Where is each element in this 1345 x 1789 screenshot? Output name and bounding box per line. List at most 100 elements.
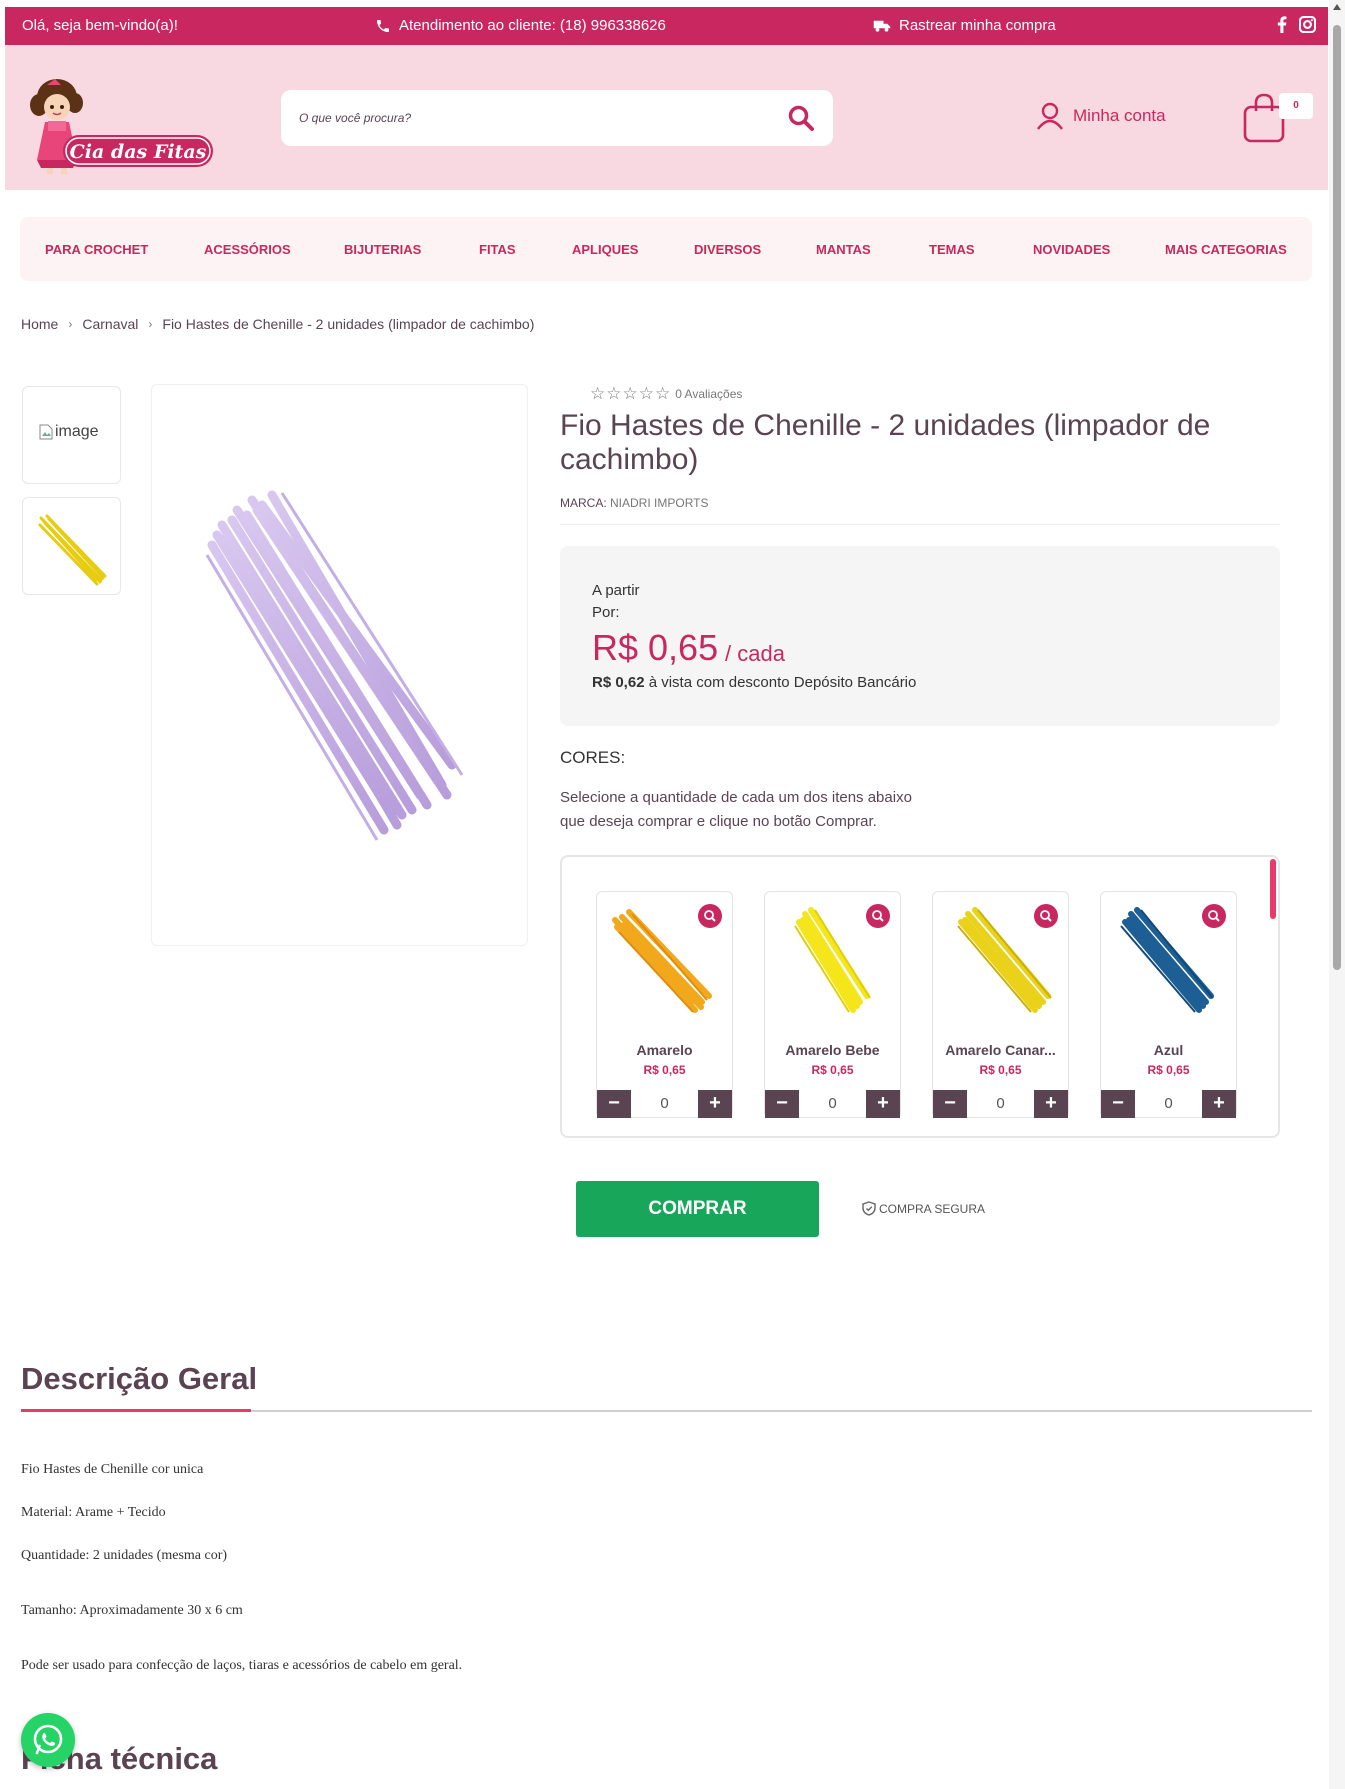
zoom-icon bbox=[1208, 910, 1220, 922]
facebook-icon[interactable] bbox=[1277, 16, 1287, 33]
page-scrollbar[interactable] bbox=[1329, 0, 1345, 1789]
whatsapp-button[interactable] bbox=[21, 1713, 75, 1767]
whatsapp-icon bbox=[33, 1724, 63, 1755]
variant-price: R$ 0,65 bbox=[1147, 1063, 1190, 1077]
quantity-stepper: − 0 + bbox=[1101, 1090, 1236, 1118]
quantity-stepper: − 0 + bbox=[597, 1090, 732, 1118]
variant-name: Amarelo Canar... bbox=[945, 1042, 1056, 1058]
decrease-quantity-button[interactable]: − bbox=[1101, 1090, 1135, 1118]
description-heading: Descrição Geral bbox=[21, 1361, 258, 1396]
nav-item-apliques[interactable]: APLIQUES bbox=[572, 242, 638, 257]
instructions-line-1: Selecione a quantidade de cada um dos it… bbox=[560, 789, 912, 806]
increase-quantity-button[interactable]: + bbox=[698, 1090, 732, 1118]
options-instructions: Selecione a quantidade de cada um dos it… bbox=[560, 786, 960, 834]
nav-item-para-crochet[interactable]: PARA CROCHET bbox=[45, 242, 148, 257]
increase-quantity-button[interactable]: + bbox=[866, 1090, 900, 1118]
search-input[interactable]: O que você procura? bbox=[299, 111, 411, 125]
brand-value[interactable]: NIADRI IMPORTS bbox=[610, 496, 708, 510]
breadcrumb-category[interactable]: Carnaval bbox=[82, 316, 138, 332]
logo-image: Cia das Fitas bbox=[30, 79, 213, 174]
gallery-thumbnail-1[interactable]: image bbox=[22, 386, 121, 484]
quantity-input[interactable]: 0 bbox=[1135, 1095, 1202, 1112]
gallery-thumbnail-2[interactable] bbox=[22, 497, 121, 595]
variant-card[interactable]: Amarelo R$ 0,65 − 0 + bbox=[596, 891, 733, 1118]
quantity-input[interactable]: 0 bbox=[967, 1095, 1034, 1112]
quantity-stepper: − 0 + bbox=[765, 1090, 900, 1118]
zoom-icon bbox=[872, 910, 884, 922]
scroll-up-icon[interactable] bbox=[1333, 4, 1341, 10]
nav-item-fitas[interactable]: FITAS bbox=[479, 242, 516, 257]
decrease-quantity-button[interactable]: − bbox=[597, 1090, 631, 1118]
price-box: A partir Por: R$ 0,65 / cada R$ 0,62 à v… bbox=[560, 546, 1280, 726]
truck-icon bbox=[873, 20, 891, 32]
decrease-quantity-button[interactable]: − bbox=[933, 1090, 967, 1118]
nav-item-acessorios[interactable]: ACESSÓRIOS bbox=[204, 242, 291, 257]
instagram-icon[interactable] bbox=[1299, 16, 1316, 33]
scrollbar-thumb[interactable] bbox=[1333, 25, 1341, 970]
search-icon[interactable] bbox=[787, 104, 815, 132]
zoom-icon bbox=[1040, 910, 1052, 922]
cart-button[interactable]: 0 bbox=[1242, 91, 1313, 150]
variant-card[interactable]: Azul R$ 0,65 − 0 + bbox=[1100, 891, 1237, 1118]
search-box[interactable]: O que você procura? bbox=[281, 90, 833, 146]
rating-summary[interactable]: ☆☆☆☆☆ 0 Avaliações bbox=[590, 384, 742, 404]
options-label: CORES: bbox=[560, 748, 626, 767]
variants-scrollbar[interactable] bbox=[1270, 859, 1276, 919]
account-label: Minha conta bbox=[1073, 106, 1166, 125]
cash-price-value: R$ 0,62 bbox=[592, 674, 645, 691]
buy-button[interactable]: COMPRAR bbox=[576, 1181, 819, 1237]
heading-underline bbox=[21, 1409, 1312, 1412]
account-link[interactable]: Minha conta bbox=[1035, 101, 1166, 131]
description-line: Pode ser usado para confecção de laços, … bbox=[21, 1658, 463, 1673]
divider bbox=[560, 524, 1280, 525]
broken-image-placeholder: image bbox=[39, 423, 99, 441]
breadcrumb-separator: › bbox=[148, 317, 153, 331]
breadcrumb-current: Fio Hastes de Chenille - 2 unidades (lim… bbox=[162, 316, 535, 332]
broken-image-icon bbox=[39, 424, 53, 440]
increase-quantity-button[interactable]: + bbox=[1034, 1090, 1068, 1118]
nav-item-diversos[interactable]: DIVERSOS bbox=[694, 242, 761, 257]
quantity-stepper: − 0 + bbox=[933, 1090, 1068, 1118]
variant-card[interactable]: Amarelo Bebe R$ 0,65 − 0 + bbox=[764, 891, 901, 1118]
zoom-button[interactable] bbox=[698, 904, 722, 928]
description-line: Tamanho: Aproximadamente 30 x 6 cm bbox=[21, 1603, 243, 1618]
breadcrumb-home[interactable]: Home bbox=[21, 316, 58, 332]
secure-purchase-text: COMPRA SEGURA bbox=[879, 1201, 986, 1216]
cash-discount-price: R$ 0,62 à vista com desconto Depósito Ba… bbox=[592, 674, 916, 691]
lilac-chenille-bundle-image bbox=[205, 490, 464, 841]
logo-text: Cia das Fitas bbox=[70, 141, 207, 163]
track-order-link[interactable]: Rastrear minha compra bbox=[873, 17, 1056, 34]
nav-item-temas[interactable]: TEMAS bbox=[929, 242, 975, 257]
price-por-label: Por: bbox=[592, 604, 620, 621]
variant-price: R$ 0,65 bbox=[811, 1063, 854, 1077]
product-brand: MARCA: NIADRI IMPORTS bbox=[560, 496, 708, 510]
user-icon bbox=[1037, 102, 1063, 130]
variant-name: Amarelo Bebe bbox=[785, 1042, 880, 1058]
description-line: Fio Hastes de Chenille cor unica bbox=[21, 1462, 204, 1477]
variant-card[interactable]: Amarelo Canar... R$ 0,65 − 0 + bbox=[932, 891, 1069, 1118]
nav-item-mais-categorias[interactable]: MAIS CATEGORIAS bbox=[1165, 242, 1287, 257]
quantity-input[interactable]: 0 bbox=[799, 1095, 866, 1112]
zoom-button[interactable] bbox=[1034, 904, 1058, 928]
quantity-input[interactable]: 0 bbox=[631, 1095, 698, 1112]
customer-support-link[interactable]: Atendimento ao cliente: (18) 996338626 bbox=[375, 17, 666, 34]
product-title: Fio Hastes de Chenille - 2 unidades (lim… bbox=[560, 409, 1211, 476]
zoom-button[interactable] bbox=[866, 904, 890, 928]
increase-quantity-button[interactable]: + bbox=[1202, 1090, 1236, 1118]
price-from-label: A partir bbox=[592, 582, 640, 599]
cart-count-badge: 0 bbox=[1279, 93, 1313, 119]
top-bar: Olá, seja bem-vindo(a)! Atendimento ao c… bbox=[5, 7, 1328, 45]
main-product-image[interactable] bbox=[151, 384, 528, 946]
star-rating-icon: ☆☆☆☆☆ bbox=[590, 384, 672, 403]
thumbnail-alt-text: image bbox=[55, 423, 99, 440]
price-unit: / cada bbox=[725, 641, 785, 666]
site-logo[interactable]: Cia das Fitas bbox=[23, 65, 218, 180]
nav-item-mantas[interactable]: MANTAS bbox=[816, 242, 871, 257]
variant-name: Azul bbox=[1153, 1042, 1184, 1058]
nav-item-bijuterias[interactable]: BIJUTERIAS bbox=[344, 242, 421, 257]
nav-item-novidades[interactable]: NOVIDADES bbox=[1033, 242, 1110, 257]
color-variants-grid: Amarelo R$ 0,65 − 0 + Amarelo Bebe R$ 0,… bbox=[560, 855, 1280, 1138]
zoom-button[interactable] bbox=[1202, 904, 1226, 928]
decrease-quantity-button[interactable]: − bbox=[765, 1090, 799, 1118]
product-price: R$ 0,65 bbox=[592, 627, 719, 668]
